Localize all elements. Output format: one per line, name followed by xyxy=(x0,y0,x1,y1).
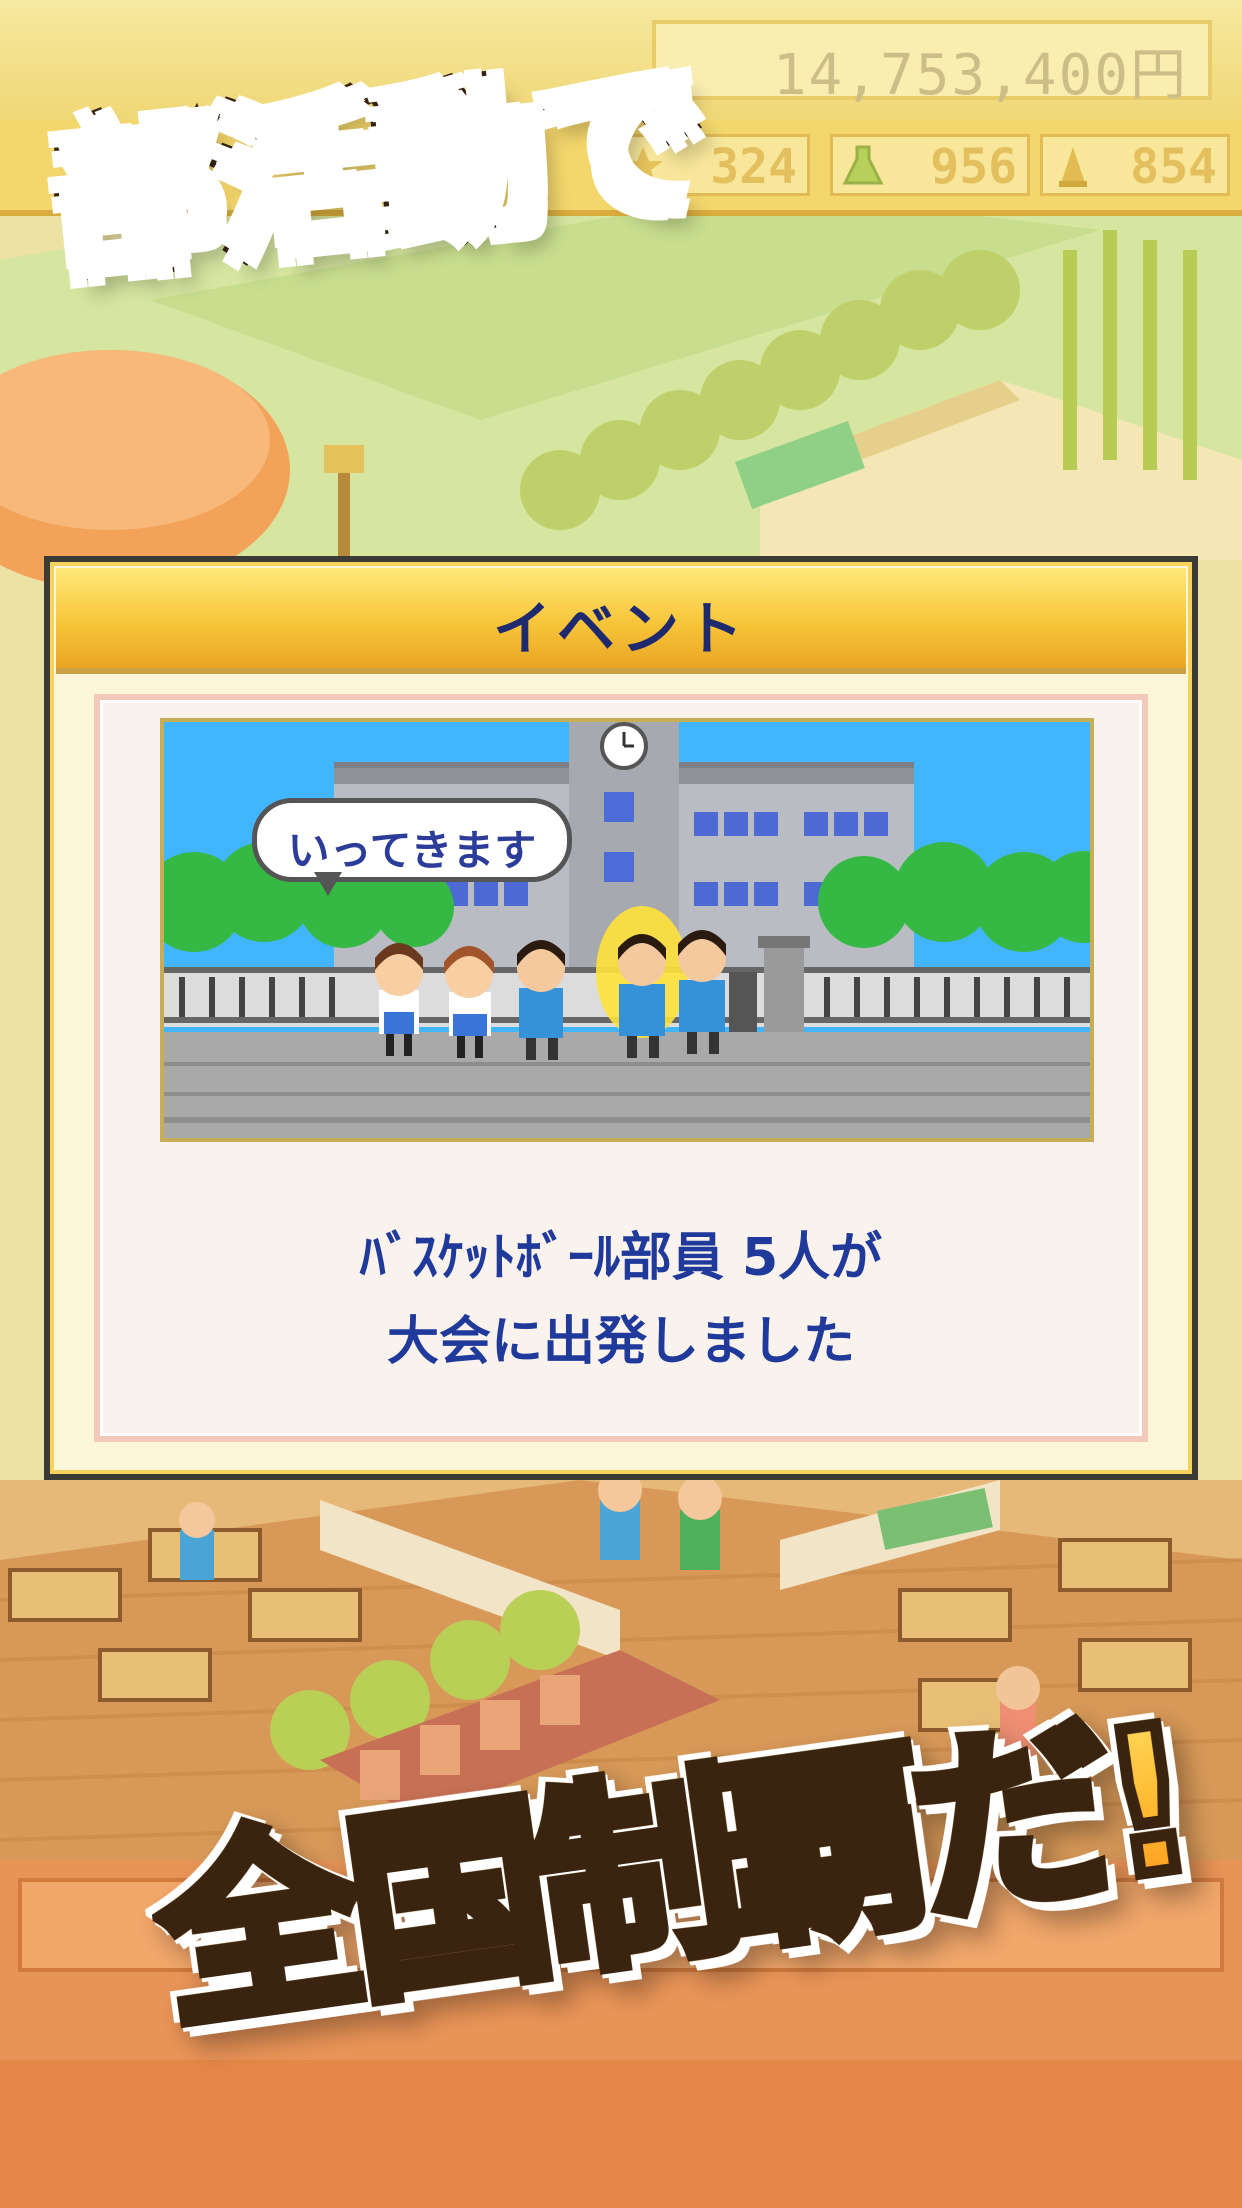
event-illustration: いってきます xyxy=(160,718,1094,1142)
dialog-header: イベント xyxy=(56,568,1186,674)
money-display: 14,753,400円 xyxy=(652,20,1212,108)
stat-points-value: 324 xyxy=(710,139,797,195)
stat-research: 956 xyxy=(830,134,1030,196)
event-message-line1: ﾊﾞｽｹｯﾄﾎﾞｰﾙ部員 5人が xyxy=(359,1228,883,1288)
stat-trophy-value: 854 xyxy=(1130,139,1217,195)
speech-tail xyxy=(314,872,342,896)
trophy-icon xyxy=(1059,147,1087,187)
event-dialog[interactable]: イベント いってきます ﾊﾞｽｹｯﾄﾎﾞｰﾙ部員 5人が 大会に出発しました xyxy=(44,556,1198,1480)
school-gate-scene xyxy=(164,722,1090,1138)
dialog-title: イベント xyxy=(492,595,749,663)
flask-icon xyxy=(842,145,884,185)
money-value: 14,753,400円 xyxy=(772,43,1188,108)
stat-trophy: 854 xyxy=(1040,134,1230,196)
event-message-line2: 大会に出発しました xyxy=(386,1312,855,1372)
stat-research-value: 956 xyxy=(930,139,1017,195)
event-message: ﾊﾞｽｹｯﾄﾎﾞｰﾙ部員 5人が 大会に出発しました xyxy=(50,1216,1192,1384)
speech-text: いってきます xyxy=(287,826,537,875)
speech-bubble: いってきます xyxy=(252,798,572,882)
